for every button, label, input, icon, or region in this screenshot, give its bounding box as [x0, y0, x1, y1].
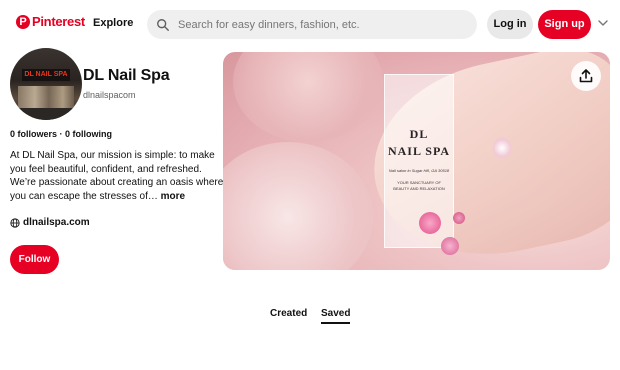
search-bar[interactable]: [147, 10, 477, 39]
stats-separator: ·: [57, 129, 66, 139]
profile-name: DL Nail Spa: [83, 67, 170, 84]
profile-bio: At DL Nail Spa, our mission is simple: t…: [10, 149, 225, 203]
website-link[interactable]: dlnailspa.com: [10, 217, 90, 228]
search-icon: [157, 18, 169, 31]
pink-flower: [453, 212, 465, 224]
share-upload-icon: [579, 69, 593, 83]
tab-created[interactable]: Created: [270, 308, 307, 319]
avatar-storefront: [18, 86, 74, 108]
cover-flower-top: [233, 52, 383, 142]
followers-count[interactable]: 0 followers: [10, 129, 57, 139]
avatar-ground: [10, 108, 82, 120]
login-button[interactable]: Log in: [487, 10, 533, 39]
website-text: dlnailspa.com: [23, 217, 90, 228]
globe-icon: [10, 217, 20, 228]
avatar-sign-text: DL NAIL SPA: [24, 71, 68, 78]
pinterest-logo-icon: P: [16, 14, 30, 29]
cover-image: DL NAIL SPA Nail salon in Sugar Hill, GA…: [223, 52, 610, 270]
cover-flower-bottom: [223, 142, 373, 270]
cover-card-title-line2: NAIL SPA: [387, 144, 451, 158]
cover-card-title: DL NAIL SPA: [384, 126, 454, 160]
bio-text: At DL Nail Spa, our mission is simple: t…: [10, 150, 224, 202]
explore-link[interactable]: Explore: [93, 17, 133, 29]
profile-handle: dlnailspacom: [83, 90, 136, 100]
bio-more-link[interactable]: more: [161, 191, 185, 202]
top-nav: P Pinterest Explore Log in Sign up: [0, 0, 620, 48]
avatar: DL NAIL SPA: [10, 48, 82, 120]
chevron-down-icon[interactable]: [597, 17, 609, 29]
follow-stats: 0 followers · 0 following: [10, 129, 112, 139]
cover-card-title-line1: DL: [409, 127, 429, 141]
cover-card-subtitle: Nail salon in Sugar Hill, GA 30518: [388, 168, 450, 173]
pink-flower: [419, 212, 441, 234]
logo-text: Pinterest: [32, 14, 85, 29]
ring: [493, 137, 511, 159]
signup-button[interactable]: Sign up: [538, 10, 591, 39]
pinterest-logo[interactable]: P Pinterest: [16, 14, 85, 29]
following-count[interactable]: 0 following: [65, 129, 112, 139]
follow-button[interactable]: Follow: [10, 245, 59, 274]
cover-card-tagline: YOUR SANCTUARY OF BEAUTY AND RELAXATION: [393, 180, 445, 191]
share-button[interactable]: [571, 61, 601, 91]
search-input[interactable]: [176, 17, 460, 32]
tab-saved[interactable]: Saved: [321, 308, 351, 324]
pink-flower: [441, 237, 459, 255]
